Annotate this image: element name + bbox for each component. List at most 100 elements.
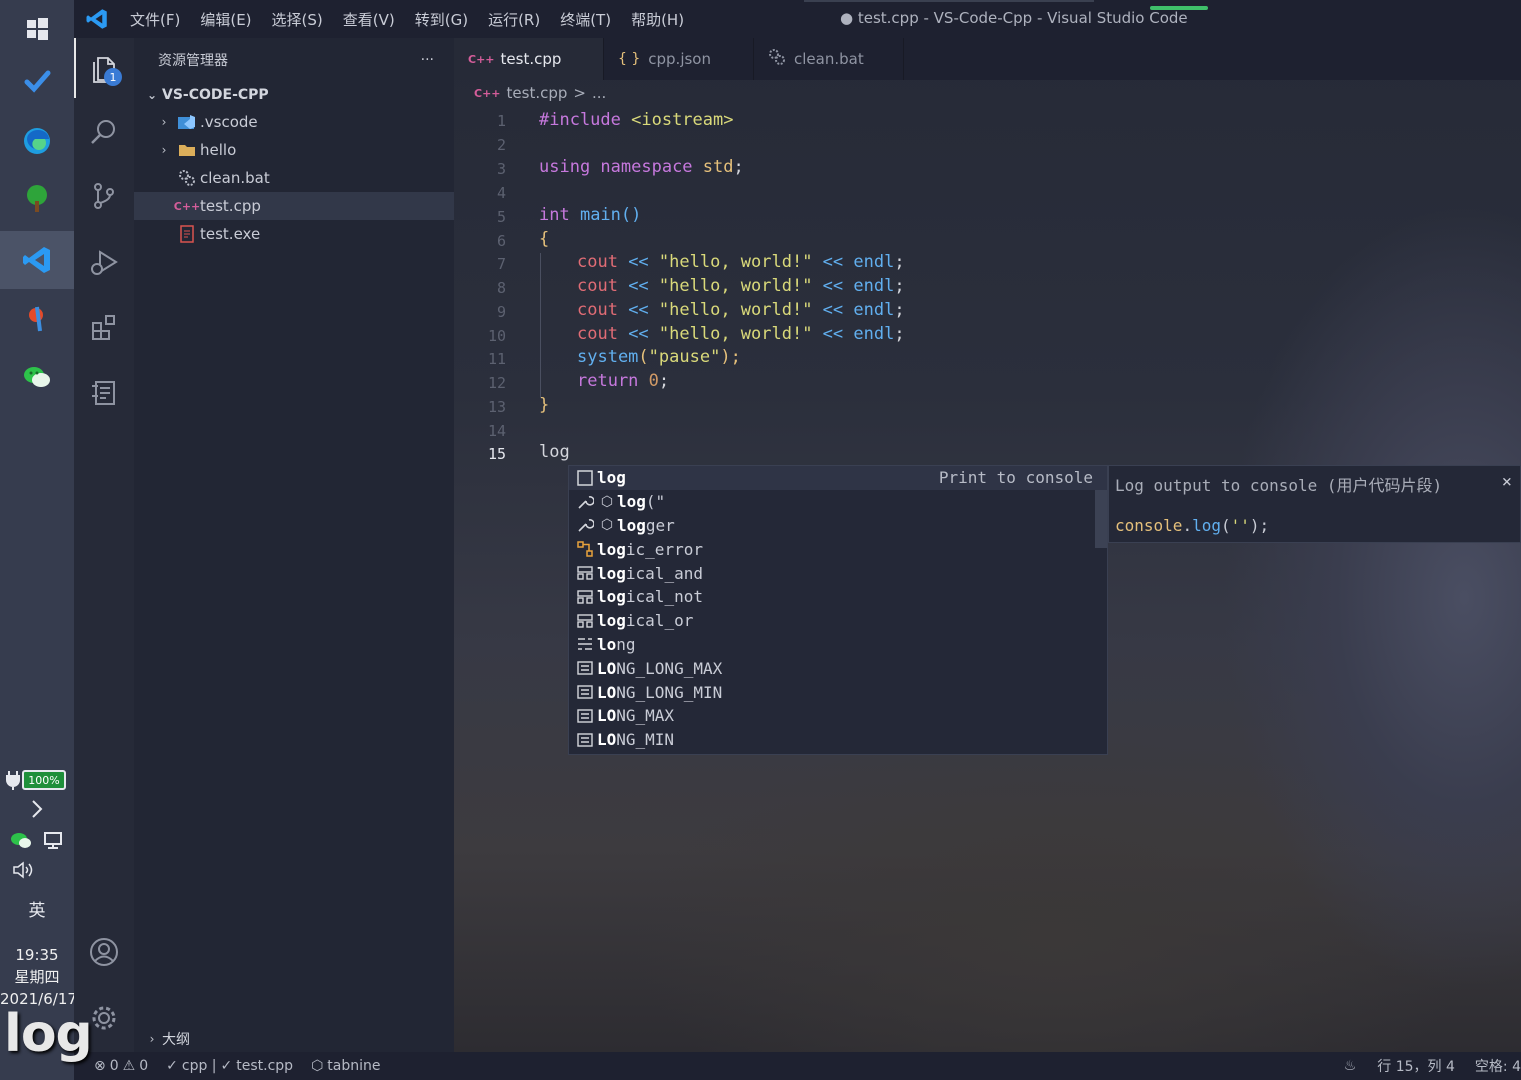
code-line-3: using namespace std; bbox=[539, 157, 744, 177]
suggestion-item[interactable]: ⬡ log (" bbox=[569, 490, 1107, 514]
suggestion-rest: NG_LONG_MIN bbox=[616, 682, 723, 702]
tabnine-label: tabnine bbox=[327, 1058, 381, 1074]
code-line-6: { bbox=[539, 229, 550, 249]
taskbar-edge-app[interactable] bbox=[0, 112, 74, 170]
taskbar-todo-app[interactable] bbox=[0, 52, 74, 110]
menu-file[interactable]: 文件(F) bbox=[120, 9, 190, 30]
tree-item-vscode[interactable]: › .vscode bbox=[134, 108, 454, 136]
struct-icon bbox=[573, 564, 597, 582]
suggestion-match: lo bbox=[597, 634, 617, 654]
constant-icon bbox=[573, 659, 597, 677]
menu-selection[interactable]: 选择(S) bbox=[262, 9, 333, 30]
taskbar-tree-app[interactable] bbox=[0, 170, 74, 228]
more-actions-button[interactable]: ··· bbox=[421, 52, 434, 68]
tree-item-test-cpp[interactable]: C++ test.cpp bbox=[134, 192, 454, 220]
activity-run-debug[interactable] bbox=[74, 232, 134, 292]
tabnine-status[interactable]: ⬡ tabnine bbox=[302, 1058, 389, 1074]
tab-label: test.cpp bbox=[500, 50, 562, 68]
suggestion-item[interactable]: LO NG_LONG_MIN bbox=[569, 680, 1107, 704]
suggestion-item[interactable]: LO NG_MAX bbox=[569, 704, 1107, 728]
outline-section[interactable]: › 大纲 bbox=[134, 1026, 454, 1052]
account-icon bbox=[90, 938, 118, 966]
tree-item-label: test.cpp bbox=[200, 197, 261, 215]
suggestion-item[interactable]: log Print to console bbox=[569, 466, 1107, 490]
tree-item-hello[interactable]: › hello bbox=[134, 136, 454, 164]
tab-label: cpp.json bbox=[648, 50, 711, 68]
suggestion-match: log bbox=[597, 587, 626, 607]
chevron-right-icon: › bbox=[161, 143, 167, 157]
battery-indicator[interactable]: 100% bbox=[6, 769, 66, 791]
code-line-15: log bbox=[539, 442, 570, 462]
network-monitor-icon[interactable] bbox=[42, 830, 64, 850]
tree-item-label: hello bbox=[200, 141, 237, 159]
suggestion-item[interactable]: log ic_error bbox=[569, 537, 1107, 561]
suggestion-item[interactable]: log ical_not bbox=[569, 585, 1107, 609]
suggestion-item[interactable]: LO NG_LONG_MAX bbox=[569, 656, 1107, 680]
activity-search[interactable] bbox=[74, 102, 134, 162]
indentation[interactable]: 空格: 4 bbox=[1467, 1056, 1521, 1076]
clock-weekday: 星期四 bbox=[14, 968, 60, 986]
suggestion-item[interactable]: lo ng bbox=[569, 633, 1107, 657]
warning-count: 0 bbox=[139, 1058, 149, 1074]
tree-item-test-exe[interactable]: test.exe bbox=[134, 220, 454, 248]
workspace-root-label: VS-CODE-CPP bbox=[162, 87, 269, 103]
chevron-right-icon: › bbox=[149, 1032, 155, 1046]
system-clock[interactable]: 19:35 星期四 2021/6/17 bbox=[0, 944, 77, 1010]
keyword-icon bbox=[573, 635, 597, 653]
activity-remote-explorer[interactable] bbox=[74, 362, 134, 422]
line-number: 4 bbox=[496, 184, 506, 202]
activity-source-control[interactable] bbox=[74, 166, 134, 226]
code-line-9: cout << "hello, world!" << endl; bbox=[577, 300, 905, 320]
suggestion-item[interactable]: log ical_or bbox=[569, 609, 1107, 633]
wechat-tray-icon[interactable] bbox=[10, 830, 32, 850]
tree-item-clean-bat[interactable]: clean.bat bbox=[134, 164, 454, 192]
menu-go[interactable]: 转到(G) bbox=[405, 9, 478, 30]
close-icon[interactable]: × bbox=[1502, 472, 1512, 492]
details-title: Log output to console (用户代码片段) bbox=[1115, 476, 1443, 495]
windows-start-button[interactable] bbox=[0, 0, 74, 58]
activity-extensions[interactable] bbox=[74, 297, 134, 357]
line-number: 7 bbox=[496, 255, 506, 273]
checkmark-app-icon bbox=[24, 70, 51, 93]
menu-view[interactable]: 查看(V) bbox=[333, 9, 405, 30]
sidebar-header: 资源管理器 ··· bbox=[134, 38, 454, 82]
breadcrumb-file[interactable]: test.cpp bbox=[507, 84, 568, 102]
workspace-root[interactable]: ⌄ VS-CODE-CPP bbox=[134, 82, 454, 108]
warning-icon: ⚠ bbox=[122, 1058, 136, 1074]
cursor-position[interactable]: 行 15，列 4 bbox=[1365, 1056, 1467, 1076]
menu-edit[interactable]: 编辑(E) bbox=[190, 9, 261, 30]
taskbar-paint-app[interactable] bbox=[0, 290, 74, 348]
line-number: 2 bbox=[496, 136, 506, 154]
taskbar-vscode-app[interactable] bbox=[0, 231, 74, 289]
menu-run[interactable]: 运行(R) bbox=[478, 9, 550, 30]
activity-accounts[interactable] bbox=[74, 922, 134, 982]
error-count: 0 bbox=[109, 1058, 119, 1074]
tab-cpp-json[interactable]: { } cpp.json bbox=[604, 38, 754, 80]
tabnine-hex-icon: ⬡ bbox=[600, 517, 614, 534]
suggestion-item[interactable]: LO NG_MIN bbox=[569, 728, 1107, 752]
title-divider bbox=[804, 0, 1094, 2]
activity-explorer[interactable] bbox=[74, 38, 134, 98]
menu-help[interactable]: 帮助(H) bbox=[621, 9, 694, 30]
cpp-status[interactable]: ✓ cpp | ✓ test.cpp bbox=[157, 1058, 302, 1074]
gears-icon bbox=[768, 48, 786, 70]
code-line-13: } bbox=[539, 395, 550, 415]
gear-icon bbox=[92, 1006, 116, 1030]
menu-terminal[interactable]: 终端(T) bbox=[550, 9, 621, 30]
wechat-icon bbox=[24, 367, 50, 387]
suggestion-item[interactable]: log ical_and bbox=[569, 561, 1107, 585]
flame-status[interactable]: ♨ bbox=[1335, 1058, 1366, 1074]
tray-expand-chevron[interactable] bbox=[0, 798, 74, 824]
breadcrumb-more[interactable]: ... bbox=[592, 84, 606, 102]
suggestion-match: log bbox=[597, 468, 626, 488]
suggestion-item[interactable]: ⬡ log ger bbox=[569, 514, 1107, 538]
volume-tray[interactable] bbox=[0, 860, 74, 884]
suggestion-match: LO bbox=[597, 706, 617, 726]
tab-test-cpp[interactable]: C++ test.cpp bbox=[454, 38, 604, 80]
ime-indicator[interactable]: 英 bbox=[0, 896, 74, 921]
line-number: 5 bbox=[496, 208, 506, 226]
folder-icon bbox=[174, 143, 200, 157]
taskbar-wechat-app[interactable] bbox=[0, 348, 74, 406]
check-icon: ✓ bbox=[166, 1058, 178, 1074]
tab-clean-bat[interactable]: clean.bat bbox=[754, 38, 904, 80]
